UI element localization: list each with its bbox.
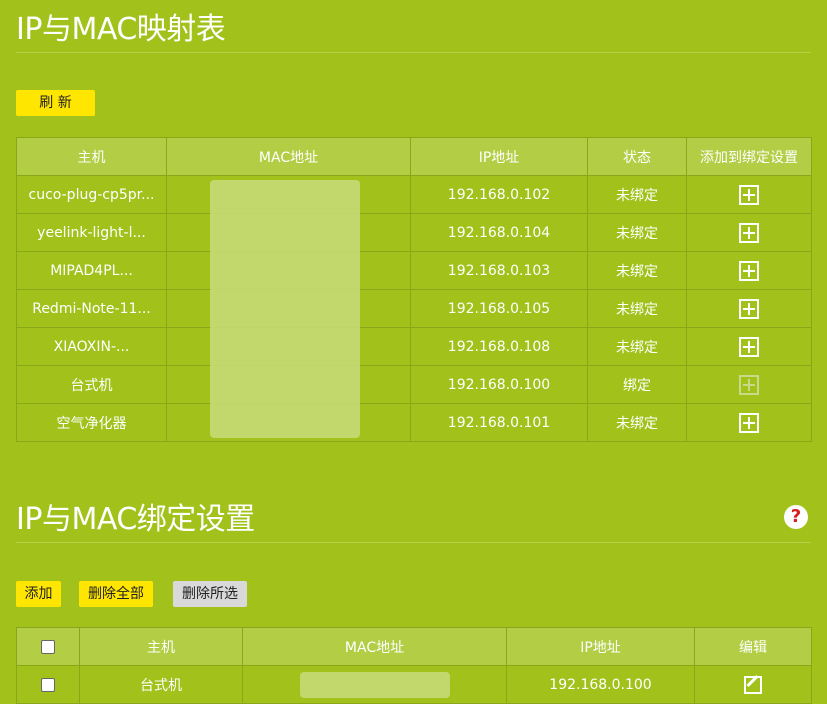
plus-square-icon[interactable] xyxy=(739,412,759,433)
edit-icon[interactable] xyxy=(744,675,762,694)
host-cell: 空气净化器 xyxy=(16,403,167,442)
status-cell: 未绑定 xyxy=(587,403,687,442)
ip-cell: 192.168.0.105 xyxy=(410,289,588,328)
select-all-checkbox[interactable] xyxy=(41,639,55,654)
col-status: 状态 xyxy=(587,137,687,176)
table-header: 主机 MAC地址 IP地址 状态 添加到绑定设置 xyxy=(16,137,812,176)
row-checkbox[interactable] xyxy=(41,677,55,692)
plus-square-icon[interactable] xyxy=(739,222,759,243)
ip-cell: 192.168.0.108 xyxy=(410,327,588,366)
col-ip: IP地址 xyxy=(506,627,695,666)
col-mac: MAC地址 xyxy=(242,627,507,666)
mac-redaction-2 xyxy=(300,672,450,698)
title-divider xyxy=(16,52,811,53)
ip-cell: 192.168.0.102 xyxy=(410,175,588,214)
status-cell: 绑定 xyxy=(587,365,687,404)
add-cell xyxy=(686,327,812,366)
ip-cell: 192.168.0.103 xyxy=(410,251,588,290)
mac-redaction xyxy=(210,180,360,438)
ip-cell: 192.168.0.101 xyxy=(410,403,588,442)
col-ip: IP地址 xyxy=(410,137,588,176)
ip-cell: 192.168.0.100 xyxy=(410,365,588,404)
plus-square-icon[interactable] xyxy=(739,336,759,357)
delete-all-button[interactable]: 删除全部 xyxy=(79,581,153,607)
col-host: 主机 xyxy=(16,137,167,176)
table-row: 台式机 192.168.0.100 绑定 xyxy=(16,365,812,404)
table-header: 主机 MAC地址 IP地址 编辑 xyxy=(16,627,812,666)
ip-cell: 192.168.0.104 xyxy=(410,213,588,252)
add-cell xyxy=(686,251,812,290)
table-row: MIPAD4PL... 192.168.0.103 未绑定 xyxy=(16,251,812,290)
refresh-button[interactable]: 刷 新 xyxy=(16,90,95,116)
help-icon[interactable]: ? xyxy=(784,505,808,529)
table-row: XIAOXIN-... 192.168.0.108 未绑定 xyxy=(16,327,812,366)
add-cell xyxy=(686,175,812,214)
table-row: cuco-plug-cp5pr... 192.168.0.102 未绑定 xyxy=(16,175,812,214)
plus-square-icon[interactable] xyxy=(739,184,759,205)
host-cell: MIPAD4PL... xyxy=(16,251,167,290)
table-row: yeelink-light-l... 192.168.0.104 未绑定 xyxy=(16,213,812,252)
status-cell: 未绑定 xyxy=(587,175,687,214)
add-cell xyxy=(686,213,812,252)
host-cell: cuco-plug-cp5pr... xyxy=(16,175,167,214)
host-cell: Redmi-Note-11... xyxy=(16,289,167,328)
page-title-mapping: IP与MAC映射表 xyxy=(16,12,226,47)
status-cell: 未绑定 xyxy=(587,289,687,328)
select-all-cell xyxy=(16,627,80,666)
col-host: 主机 xyxy=(79,627,243,666)
status-cell: 未绑定 xyxy=(587,251,687,290)
delete-selected-button[interactable]: 删除所选 xyxy=(173,581,247,607)
plus-square-icon xyxy=(739,374,759,395)
host-cell: 台式机 xyxy=(16,365,167,404)
add-button[interactable]: 添加 xyxy=(16,581,61,607)
table-row: Redmi-Note-11... 192.168.0.105 未绑定 xyxy=(16,289,812,328)
plus-square-icon[interactable] xyxy=(739,260,759,281)
status-cell: 未绑定 xyxy=(587,213,687,252)
add-cell xyxy=(686,403,812,442)
page-title-binding: IP与MAC绑定设置 xyxy=(16,502,255,537)
col-edit: 编辑 xyxy=(694,627,812,666)
mapping-table: 主机 MAC地址 IP地址 状态 添加到绑定设置 cuco-plug-cp5pr… xyxy=(16,137,812,442)
host-cell: yeelink-light-l... xyxy=(16,213,167,252)
add-cell xyxy=(686,289,812,328)
add-cell xyxy=(686,365,812,404)
host-cell: XIAOXIN-... xyxy=(16,327,167,366)
table-row: 空气净化器 192.168.0.101 未绑定 xyxy=(16,403,812,442)
col-add-to-bind: 添加到绑定设置 xyxy=(686,137,812,176)
status-cell: 未绑定 xyxy=(587,327,687,366)
title-divider-2 xyxy=(16,542,811,543)
col-mac: MAC地址 xyxy=(166,137,411,176)
plus-square-icon[interactable] xyxy=(739,298,759,319)
